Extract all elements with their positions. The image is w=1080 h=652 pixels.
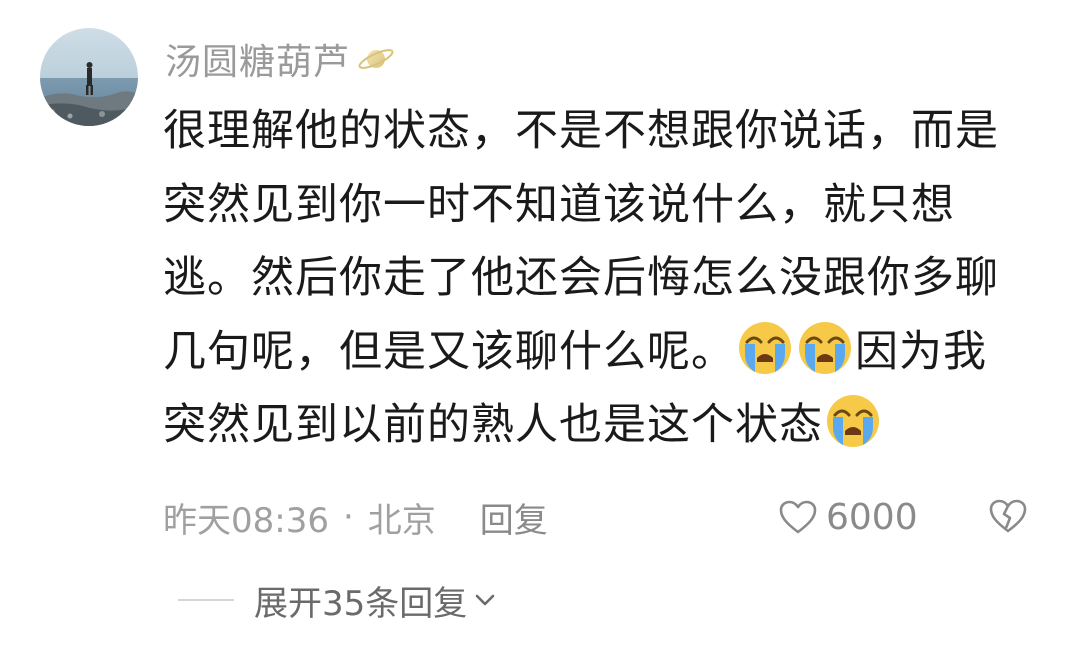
reply-button[interactable]: 回复 (480, 493, 548, 542)
heart-icon (779, 500, 817, 534)
chevron-down-icon (475, 594, 495, 606)
crying-face-icon (799, 321, 851, 374)
comment-line-text: 突然见到以前的熟人也是这个状态 (163, 400, 823, 450)
comment-line: 很理解他的状态，不是不想跟你说话，而是 (163, 106, 999, 156)
avatar-image (40, 28, 138, 126)
comment-time: 昨天08:36 (163, 500, 329, 541)
expand-divider (178, 599, 234, 601)
comment-content: 很理解他的状态，不是不想跟你说话，而是 突然见到你一时不知道该说什么，就只想 逃… (163, 95, 1043, 463)
dislike-button[interactable] (988, 498, 1028, 534)
author-name[interactable]: 汤圆糖葫芦 (165, 33, 350, 85)
planet-badge-icon (358, 49, 394, 69)
comment-line: 突然见到你一时不知道该说什么，就只想 (163, 179, 955, 230)
expand-replies-button[interactable]: 展开35条回复 (178, 576, 497, 624)
comment-line-tail: 因为我 (855, 326, 987, 377)
expand-replies-label: 展开35条回复 (254, 583, 468, 624)
like-button[interactable]: 6000 (778, 493, 918, 541)
comment-line-text: 几句呢，但是又该聊什么呢。 (163, 326, 735, 377)
meta-separator: · (342, 497, 354, 537)
comment-line: 突然见到以前的熟人也是这个状态 (163, 389, 1043, 463)
author-avatar[interactable] (40, 28, 138, 126)
comment-line: 几句呢，但是又该聊什么呢。 因为我 (163, 316, 1043, 390)
comment-line: 逃。然后你走了他还会后悔怎么没跟你多聊 (163, 253, 999, 303)
crying-face-icon (827, 395, 879, 447)
crying-face-icon (739, 321, 791, 374)
comment-meta: 昨天08:36 · 北京 回复 6000 (163, 493, 1043, 541)
author-row: 汤圆糖葫芦 (165, 34, 396, 84)
comment-location: 北京 (367, 500, 436, 541)
like-count: 6000 (826, 496, 918, 538)
